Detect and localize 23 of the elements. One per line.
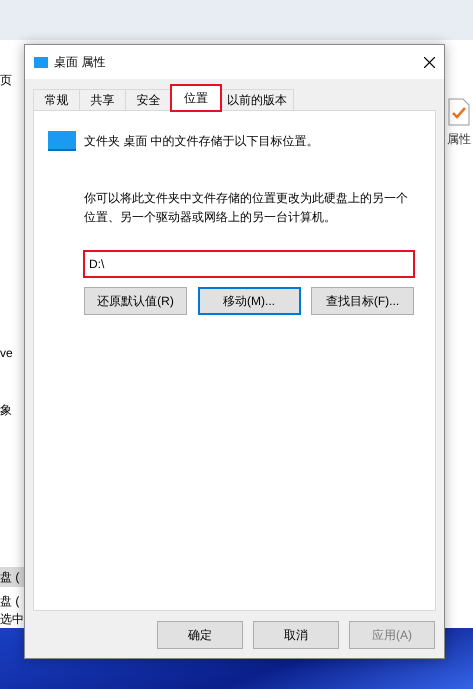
- explorer-item-fragment: ve: [0, 345, 14, 362]
- action-button[interactable]: 移动(M)...: [198, 287, 300, 315]
- explorer-item-fragment: 象: [0, 402, 13, 419]
- window-title: 桌面 属性: [54, 54, 106, 71]
- dialog-button[interactable]: 确定: [157, 621, 243, 649]
- tab[interactable]: 常规: [33, 89, 80, 111]
- dialog-button[interactable]: 取消: [253, 621, 339, 649]
- location-description: 你可以将此文件夹中文件存储的位置更改为此硬盘上的另一个位置、另一个驱动器或网络上的另一台计算机。: [84, 190, 409, 226]
- tab[interactable]: 位置: [171, 85, 221, 111]
- explorer-item-fragment: 页: [0, 72, 13, 89]
- folder-icon: [34, 56, 48, 68]
- checkmark-document-icon: [448, 98, 470, 126]
- action-button[interactable]: 还原默认值(R): [84, 287, 187, 315]
- action-button[interactable]: 查找目标(F)...: [311, 287, 414, 315]
- explorer-item-fragment: 选中: [0, 611, 24, 628]
- close-icon[interactable]: [424, 56, 435, 68]
- path-input-field[interactable]: D:\: [84, 251, 414, 277]
- desktop-folder-icon: [48, 131, 76, 151]
- explorer-item-fragment: 盘 (: [0, 593, 20, 610]
- properties-label[interactable]: 属性: [447, 130, 471, 148]
- explorer-item-fragment: 盘 (: [0, 567, 24, 587]
- location-heading: 文件夹 桌面 中的文件存储于以下目标位置。: [84, 133, 319, 150]
- tab[interactable]: 以前的版本: [220, 89, 294, 111]
